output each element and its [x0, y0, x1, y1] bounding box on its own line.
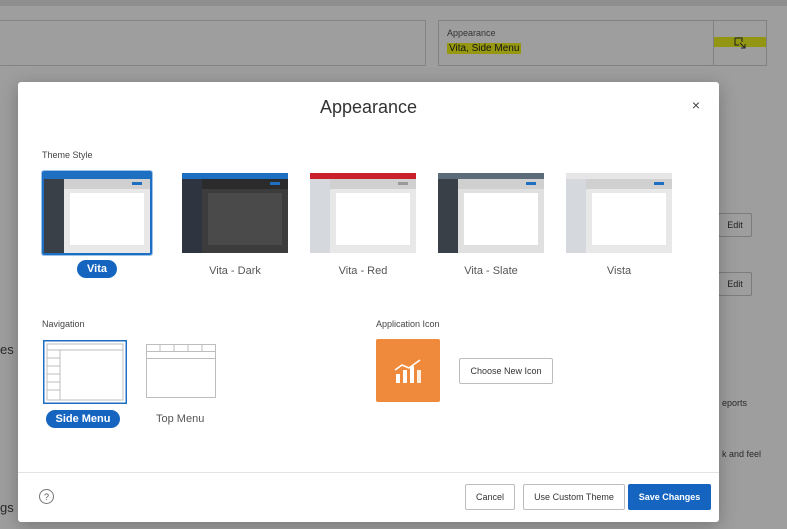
- theme-preview-graphic: [438, 173, 544, 253]
- save-changes-button[interactable]: Save Changes: [628, 484, 711, 510]
- side-menu-thumbnail: [42, 339, 128, 405]
- theme-option-vita-red[interactable]: Vita - Red: [308, 171, 418, 281]
- use-custom-theme-button[interactable]: Use Custom Theme: [523, 484, 625, 510]
- application-icon-label: Application Icon: [376, 319, 440, 329]
- nav-option-side-menu[interactable]: [42, 339, 128, 405]
- theme-option-vita-slate[interactable]: Vita - Slate: [436, 171, 546, 281]
- nav-label-top-menu[interactable]: Top Menu: [156, 413, 204, 425]
- close-button[interactable]: ×: [687, 96, 705, 114]
- dialog-title: Appearance: [319, 97, 418, 117]
- theme-option-vista[interactable]: Vista: [564, 171, 674, 281]
- theme-preview-graphic: [310, 173, 416, 253]
- theme-option-vita-dark[interactable]: Vita - Dark: [180, 171, 290, 281]
- theme-label: Vita: [77, 260, 117, 278]
- chart-icon: [394, 358, 421, 383]
- theme-label: Vita - Dark: [209, 265, 261, 277]
- theme-thumbnail: [436, 171, 546, 255]
- navigation-label: Navigation: [42, 319, 85, 329]
- theme-thumbnail: [42, 171, 152, 255]
- theme-label: Vita - Slate: [464, 265, 518, 277]
- top-menu-thumbnail: [146, 344, 216, 398]
- theme-label: Vista: [606, 265, 632, 277]
- dialog-footer-divider: [18, 472, 719, 473]
- theme-option-vita[interactable]: Vita: [42, 171, 152, 281]
- nav-label-side-menu[interactable]: Side Menu: [46, 410, 120, 428]
- application-icon: [376, 339, 440, 402]
- close-icon: ×: [691, 97, 701, 113]
- choose-new-icon-button[interactable]: Choose New Icon: [459, 358, 553, 384]
- theme-style-label: Theme Style: [42, 150, 93, 160]
- theme-thumbnail: [308, 171, 418, 255]
- theme-preview-graphic: [44, 173, 150, 253]
- theme-thumbnail: [564, 171, 674, 255]
- theme-preview-graphic: [182, 173, 288, 253]
- nav-option-top-menu[interactable]: [146, 344, 216, 398]
- help-glyph: ?: [43, 491, 49, 502]
- appearance-dialog: Appearance × Theme Style Vita Vita - Dark…: [18, 82, 719, 522]
- theme-preview-graphic: [566, 173, 672, 253]
- theme-thumbnail: [180, 171, 290, 255]
- help-icon[interactable]: ?: [39, 489, 54, 504]
- cancel-button[interactable]: Cancel: [465, 484, 515, 510]
- theme-label: Vita - Red: [338, 265, 388, 277]
